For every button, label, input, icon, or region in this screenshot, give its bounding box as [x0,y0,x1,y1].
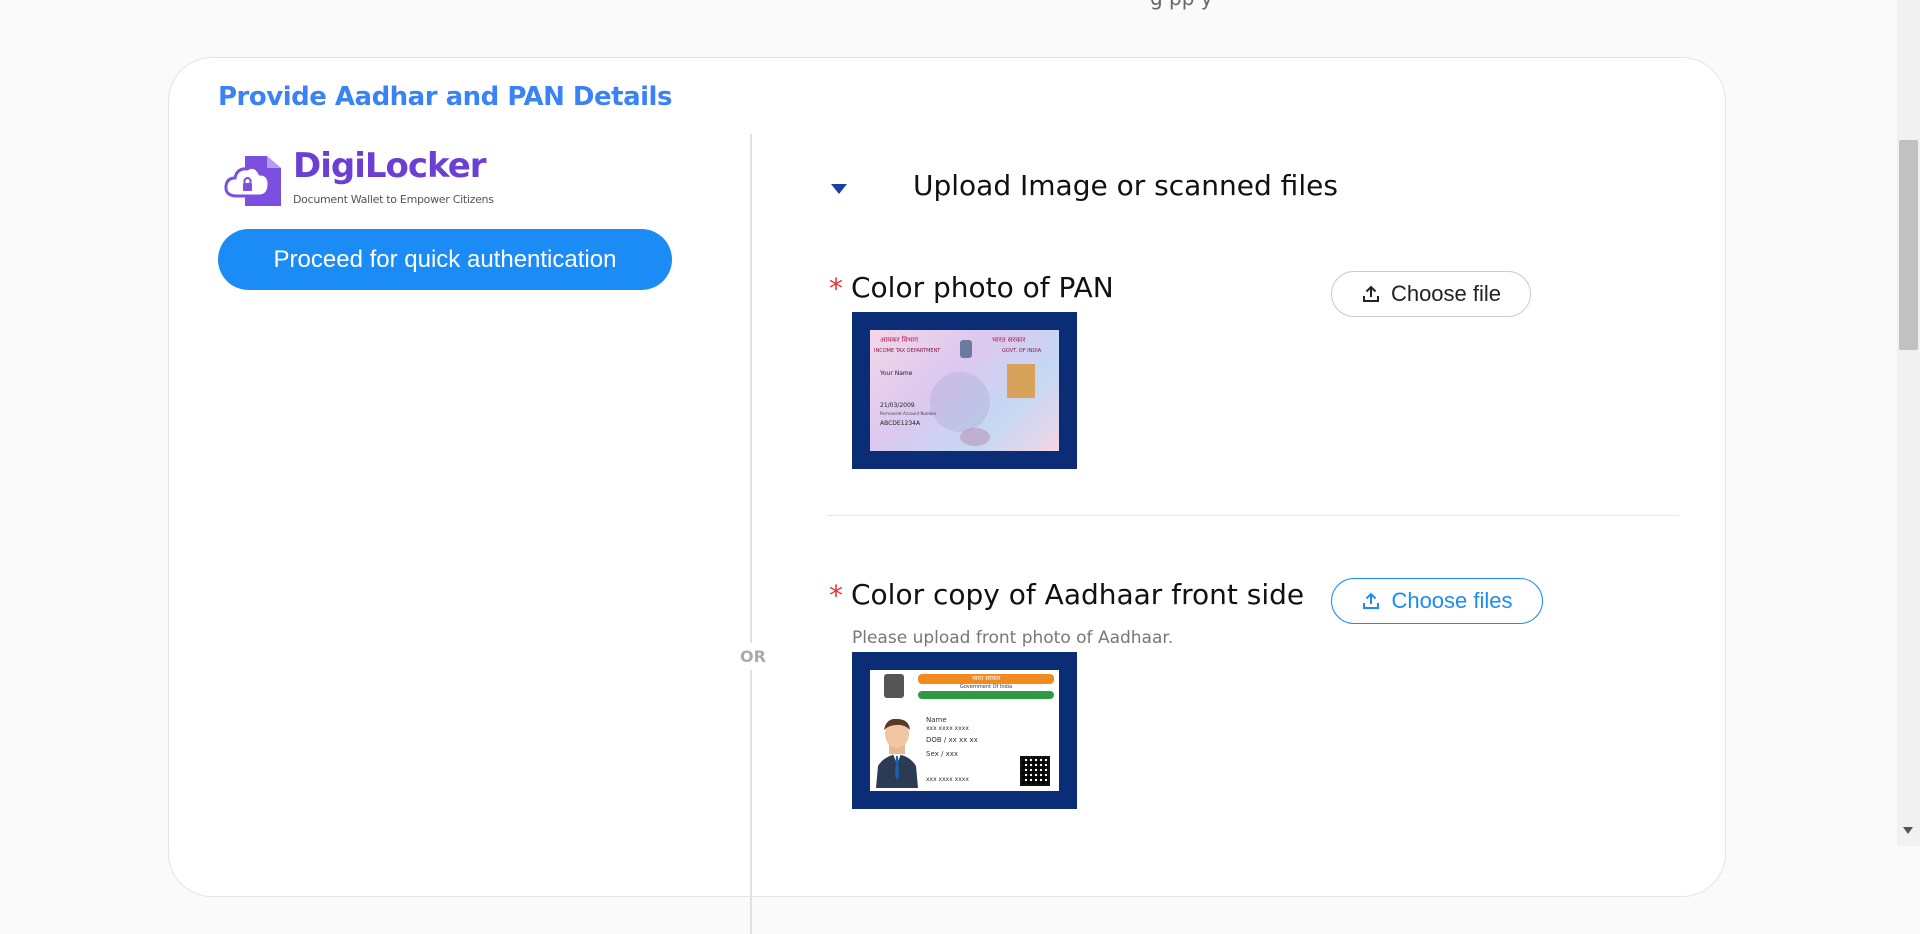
aadhaar-name-value: xxx xxxx xxxx [926,725,969,732]
pan-dept: INCOME TAX DEPARTMENT [874,348,941,354]
pan-hindi-govt: भारत सरकार [992,336,1026,344]
pan-choose-file-button[interactable]: Choose file [1331,271,1531,317]
aadhaar-choose-files-label: Choose files [1391,588,1513,613]
or-label: OR [740,643,766,670]
aadhaar-number: xxx xxxx xxxx [926,776,969,783]
section-title: Provide Aadhar and PAN Details [218,82,672,112]
aadhaar-dob: DOB / xx xx xx [926,736,978,744]
aadhaar-sex: Sex / xxx [926,750,959,758]
upload-heading: Upload Image or scanned files [913,169,1338,202]
cloud-lock-icon [224,156,281,206]
scrollbar-thumb[interactable] [1899,140,1918,350]
section-separator [827,515,1679,516]
aadhaar-header-hindi: भारत सरकार [918,674,1054,684]
aadhaar-required-mark: * [829,579,843,612]
proceed-authentication-button[interactable]: Proceed for quick authentication [218,229,672,290]
qr-code-icon [1020,756,1050,786]
emblem-icon [884,674,904,698]
aadhaar-label: Color copy of Aadhaar front side [851,578,1305,611]
pan-number: ABCDE1234A [880,420,921,427]
digilocker-logo: DigiLocker Document Wallet to Empower Ci… [223,146,494,212]
pan-name: Your Name [880,370,913,377]
pan-label: Color photo of PAN [851,271,1114,304]
pan-hindi-dept: आयकर विभाग [880,336,919,344]
hologram-icon [1007,364,1035,398]
pan-account-label: Permanent Account Number [880,411,937,416]
pan-govt: GOVT. OF INDIA [1002,348,1042,354]
vertical-divider [750,134,752,934]
watermark-icon [930,372,990,432]
aadhaar-header-en: Government Of India [959,684,1013,690]
upload-icon [1363,592,1380,609]
seal-icon [960,428,990,446]
vertical-scrollbar[interactable] [1897,0,1920,846]
aadhaar-preview-thumbnail[interactable]: भारत सरकार Government Of India Name xxx … [852,652,1077,809]
pan-required-mark: * [829,272,843,305]
emblem-icon [960,340,972,358]
digilocker-title: DigiLocker [293,146,487,186]
pan-preview-thumbnail[interactable]: आयकर विभाग भारत सरकार INCOME TAX DEPARTM… [852,312,1077,469]
pan-choose-file-label: Choose file [1390,281,1502,306]
tricolor-band [918,691,1054,699]
top-partial-text: g pp y [1150,0,1213,10]
aadhaar-hint: Please upload front photo of Aadhaar. [852,628,1174,648]
aadhaar-name-label: Name [926,716,947,724]
aadhaar-choose-files-button[interactable]: Choose files [1331,578,1543,624]
caret-down-icon[interactable] [831,184,847,194]
digilocker-tagline: Document Wallet to Empower Citizens [293,193,494,206]
person-photo-icon [876,718,918,788]
aadhar-pan-card: Provide Aadhar and PAN Details DigiLocke… [168,57,1726,934]
upload-icon [1362,285,1379,302]
pan-dob: 21/03/2009 [880,402,915,409]
scroll-down-arrow-icon[interactable] [1903,827,1913,834]
